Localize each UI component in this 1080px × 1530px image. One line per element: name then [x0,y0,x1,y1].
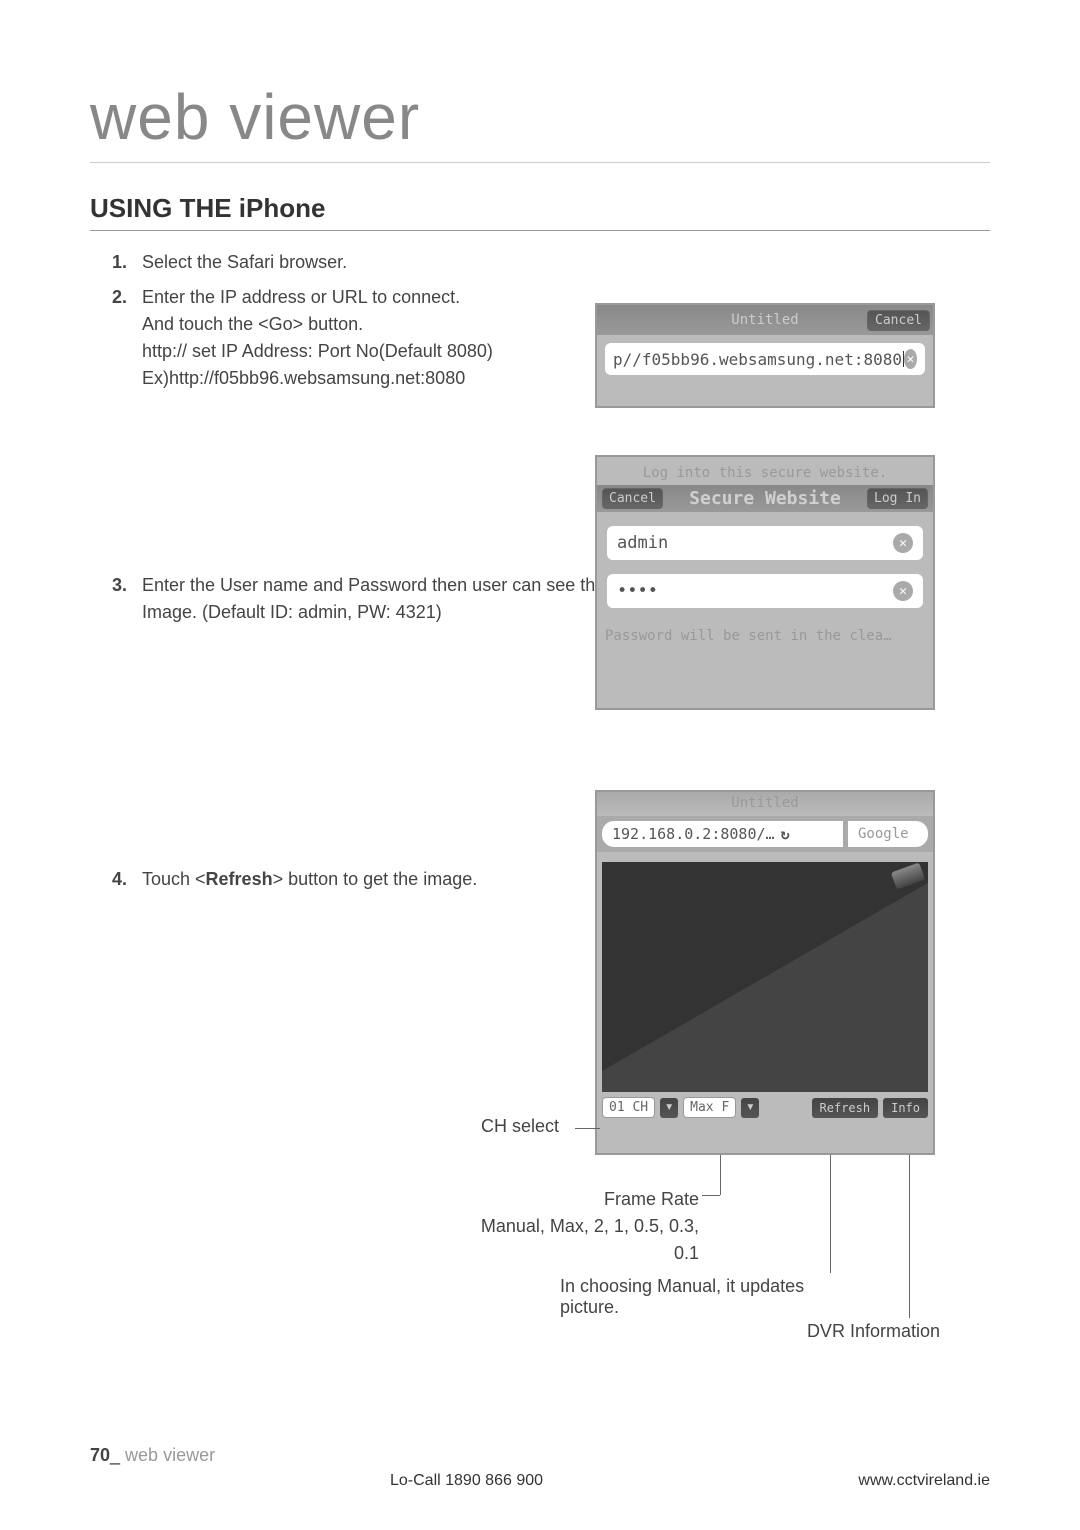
clear-icon[interactable]: ✕ [893,581,913,601]
controls-bar: 01 CH ▼ Max F ▼ Refresh Info [597,1092,933,1123]
callout-line [720,1155,721,1195]
item-text: Enter the IP address or URL to connect. … [142,284,493,392]
chevron-down-icon[interactable]: ▼ [660,1098,678,1118]
login-title: Secure Website [689,488,841,509]
url-text: p//f05bb96.websamsung.net:8080 [613,350,902,369]
password-value: •••• [617,581,658,601]
page-title-footer: web viewer [120,1445,215,1465]
username-input[interactable]: admin ✕ [607,526,923,560]
login-note: Password will be sent in the clea… [597,622,933,644]
username-value: admin [617,533,668,553]
url-text: 192.168.0.2:8080/… [612,825,775,843]
login-button[interactable]: Log In [867,488,928,509]
item-number: 4. [112,866,132,893]
login-bar: Cancel Secure Website Log In [597,485,933,512]
clear-icon[interactable]: ✕ [904,349,917,369]
callout-manual-note: In choosing Manual, it updates picture. [560,1276,860,1318]
item-number: 3. [112,572,132,626]
callout-dvr-info: DVR Information [720,1321,940,1342]
item-number: 2. [112,284,132,392]
figure-safari-url: Untitled Cancel p//f05bb96.websamsung.ne… [595,303,935,408]
clear-icon[interactable]: ✕ [893,533,913,553]
page-title: web viewer [90,80,990,163]
page-footer: 70_ web viewer Lo-Call 1890 866 900 www.… [90,1445,990,1490]
item-text: Enter the User name and Password then us… [142,572,622,626]
figure-viewer: Untitled 192.168.0.2:8080/… ↻ Google 01 … [595,790,935,1155]
framerate-select[interactable]: Max F [683,1097,736,1118]
browser-title: Untitled [597,792,933,816]
password-input[interactable]: •••• ✕ [607,574,923,608]
video-highlight [891,862,925,889]
footer-page: 70_ web viewer [90,1445,990,1466]
page-sep: _ [110,1445,120,1465]
item-text: Select the Safari browser. [142,249,347,276]
callout-line [575,1128,600,1129]
footer-url: www.cctvireland.ie [858,1472,990,1490]
cancel-button[interactable]: Cancel [602,488,663,509]
url-input[interactable]: 192.168.0.2:8080/… ↻ [602,821,843,847]
footer-contact: Lo-Call 1890 866 900 www.cctvireland.ie [90,1472,990,1490]
figure-login: Log into this secure website. Cancel Sec… [595,455,935,710]
refresh-button[interactable]: Refresh [812,1098,879,1118]
instruction-item: 1. Select the Safari browser. [112,249,990,276]
item-number: 1. [112,249,132,276]
callout-line [702,1195,720,1196]
address-bar: 192.168.0.2:8080/… ↻ Google [597,816,933,852]
item-text: Touch <Refresh> button to get the image. [142,866,477,893]
url-input[interactable]: p//f05bb96.websamsung.net:8080 ✕ [605,343,925,375]
info-button[interactable]: Info [883,1098,928,1118]
chevron-down-icon[interactable]: ▼ [741,1098,759,1118]
callout-line [830,1155,831,1273]
reload-icon[interactable]: ↻ [781,825,790,843]
search-input[interactable]: Google [848,821,928,847]
callout-frame-rate: Frame Rate Manual, Max, 2, 1, 0.5, 0.3, … [454,1186,699,1267]
footer-phone: Lo-Call 1890 866 900 [390,1472,543,1490]
channel-select[interactable]: 01 CH [602,1097,655,1118]
login-hint: Log into this secure website. [597,457,933,481]
callout-ch-select: CH select [481,1116,559,1137]
browser-title: Untitled [597,312,933,328]
callout-fr-values: Manual, Max, 2, 1, 0.5, 0.3, 0.1 [454,1213,699,1267]
video-area [602,862,928,1092]
browser-titlebar: Untitled Cancel [597,305,933,335]
callout-fr-title: Frame Rate [454,1186,699,1213]
page-number: 70 [90,1445,110,1465]
section-title: USING THE iPhone [90,193,990,231]
callout-line [909,1155,910,1318]
